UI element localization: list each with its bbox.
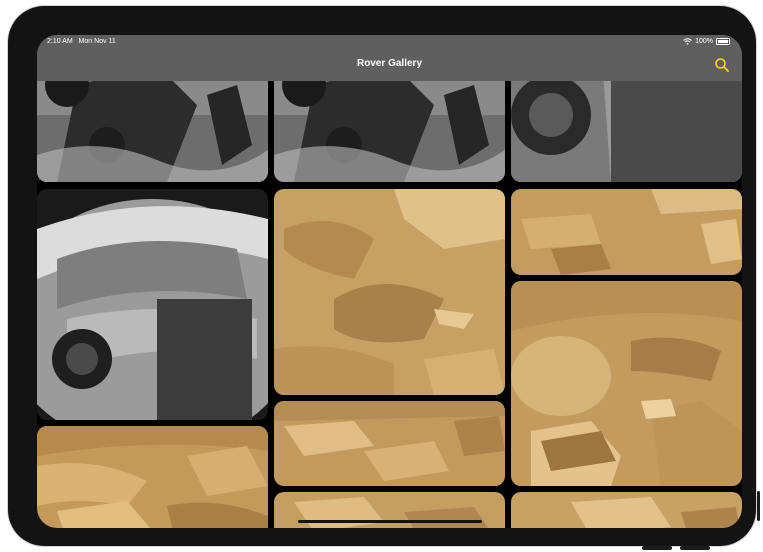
- wifi-icon: [683, 38, 692, 45]
- volume-up-button: [680, 546, 710, 550]
- photo-gallery[interactable]: [37, 35, 742, 528]
- screen: 2:10 AM Mon Nov 11 100% Rover Gallery: [37, 35, 742, 528]
- home-indicator[interactable]: [298, 520, 482, 523]
- gallery-photo-9[interactable]: [511, 281, 742, 486]
- volume-down-button: [642, 546, 672, 550]
- gallery-photo-4[interactable]: [37, 189, 268, 420]
- status-date: Mon Nov 11: [78, 38, 116, 45]
- nav-title: Rover Gallery: [356, 58, 423, 69]
- battery-percent: 100%: [695, 38, 713, 45]
- gallery-photo-11[interactable]: [511, 492, 742, 528]
- gallery-photo-7[interactable]: [37, 426, 268, 528]
- gallery-photo-6[interactable]: [511, 189, 742, 275]
- ipad-frame: 2:10 AM Mon Nov 11 100% Rover Gallery: [8, 6, 760, 550]
- status-time: 2:10 AM Mon Nov 11: [47, 38, 116, 45]
- gallery-photo-5[interactable]: [274, 189, 505, 395]
- gallery-photo-8[interactable]: [274, 401, 505, 486]
- side-button: [757, 491, 760, 521]
- battery-icon: [716, 38, 730, 45]
- search-icon: [715, 58, 729, 72]
- status-bar: 2:10 AM Mon Nov 11 100%: [37, 35, 742, 49]
- search-button[interactable]: [714, 57, 730, 73]
- navigation-bar: Rover Gallery: [37, 49, 742, 81]
